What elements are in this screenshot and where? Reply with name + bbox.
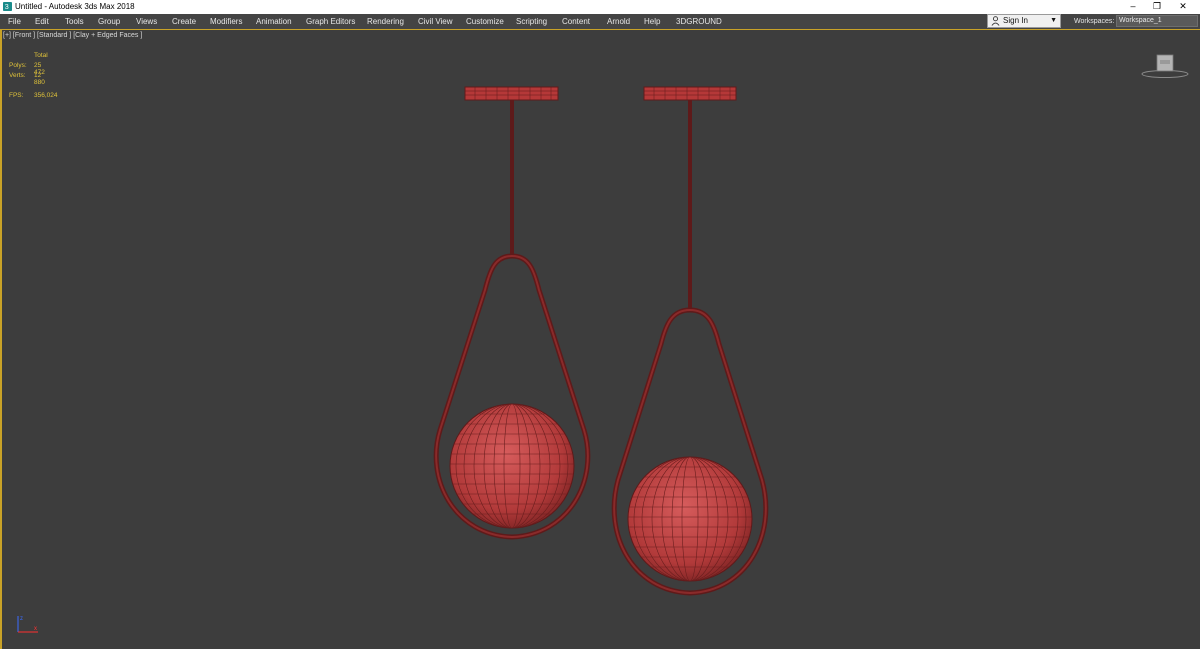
canopy-left — [464, 86, 559, 101]
stats-header: Total — [34, 52, 48, 59]
canopy-right — [643, 86, 737, 101]
verts-value: 12 880 — [34, 72, 45, 86]
polys-label: Polys: — [9, 62, 27, 69]
viewport-label[interactable]: [+] [Front ] [Standard ] [Clay + Edged F… — [3, 32, 142, 39]
viewcube-icon[interactable] — [1140, 52, 1190, 80]
verts-label: Verts: — [9, 72, 26, 79]
globe-left — [449, 403, 575, 529]
pendant-lamp-left[interactable] — [433, 86, 591, 540]
svg-text:z: z — [20, 616, 23, 622]
fps-label: FPS: — [9, 92, 24, 99]
rod-left — [510, 100, 514, 256]
fps-value: 356,024 — [34, 92, 58, 99]
rod-right — [688, 100, 692, 310]
pendant-lamp-right[interactable] — [611, 86, 769, 596]
axis-tripod-icon: z x — [17, 616, 38, 633]
scene-render — [433, 86, 769, 596]
globe-right — [627, 456, 753, 582]
svg-text:x: x — [34, 626, 37, 632]
